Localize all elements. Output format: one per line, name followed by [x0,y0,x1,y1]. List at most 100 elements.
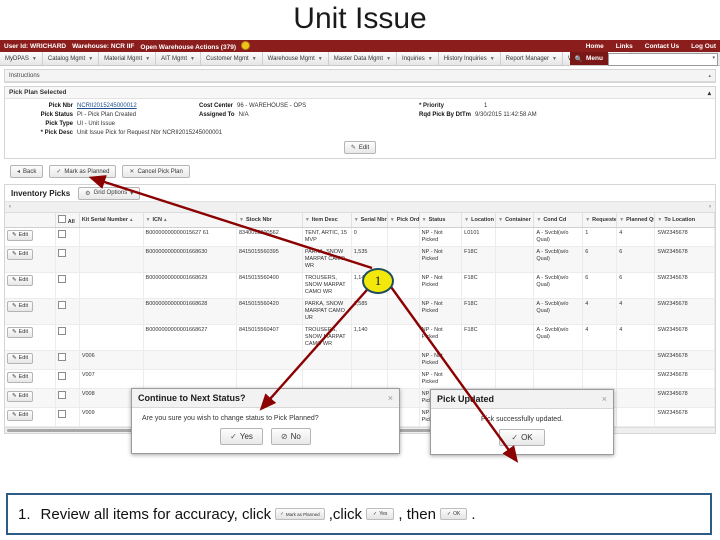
cancel-pick-plan-button[interactable]: ✕ Cancel Pick Plan [122,165,190,178]
nav-item-inquiries[interactable]: Inquiries ▼ [397,52,439,65]
select-all-checkbox[interactable] [58,215,67,223]
log-out-link[interactable]: Log Out [691,43,716,50]
dialog-header: Continue to Next Status? × [132,389,399,408]
instructions-panel: Instructions ▴ [4,69,716,83]
row-edit-button[interactable]: ✎ Edit [7,410,34,421]
close-icon[interactable]: × [388,393,393,403]
nav-item-customer-mgmt[interactable]: Customer Mgmt ▼ [201,52,263,65]
grid-options-button[interactable]: ⚙ Grid Options ▾ [78,186,141,200]
close-icon[interactable]: × [602,394,607,404]
nav-item-mydpas[interactable]: MyDPAS ▼ [0,52,43,65]
back-button[interactable]: ◂ Back [10,165,44,178]
pencil-icon: ✎ [12,232,17,238]
pager-prev-button[interactable]: ‹ [9,204,11,210]
row-edit-button[interactable]: ✎ Edit [7,327,34,338]
mark-as-planned-button[interactable]: ✓ Mark as Planned [49,165,117,178]
pager-next-button[interactable]: › [709,204,711,210]
cell-planned-qty [616,369,656,389]
table-row[interactable]: ✎ Edit B0000000000001668627 8415015560407 TR… [5,324,715,351]
nav-item-warehouse-mgmt[interactable]: Warehouse Mgmt ▼ [262,52,329,65]
edit-button[interactable]: ✎ Edit [343,141,377,154]
cell-location [461,350,497,370]
row-checkbox[interactable] [58,391,67,399]
table-row[interactable]: ✎ Edit B00000000000015627 61 8340013200562 T… [5,227,715,247]
cell-planned-qty: 6 [616,272,656,299]
caption-mark-as-planned-button[interactable]: ✓ Mark as Planned [275,508,325,520]
pick-plan-header[interactable]: Pick Plan Selected ▴ [5,87,715,99]
table-row[interactable]: ✎ Edit V006 NP - Not Picked SW2345678 [5,350,715,370]
row-edit-button[interactable]: ✎ Edit [7,372,34,383]
cell-kit-serial-number [79,246,144,273]
cell-container [495,246,535,273]
nav-item-ait-mgmt[interactable]: AIT Mgmt ▼ [156,52,201,65]
cell-planned-qty: 4 [616,227,656,247]
caption-yes-button[interactable]: ✓ Yes [366,508,395,520]
row-checkbox[interactable] [58,372,67,380]
menu-button[interactable]: 🔍 Menu [569,52,608,65]
open-warehouse-actions-link[interactable]: Open Warehouse Actions (379) [140,41,250,51]
menu-search-input[interactable]: ▾ [608,53,718,66]
row-edit-button[interactable]: ✎ Edit [7,301,34,312]
pick-plan-row-1: Pick Nbr NCRII2015245000012 Cost Center … [9,102,711,111]
table-row[interactable]: ✎ Edit B0000000000001668629 8415015560400 TR… [5,272,715,299]
row-checkbox[interactable] [58,410,67,418]
th-select-all[interactable]: All [55,213,80,228]
row-checkbox[interactable] [58,353,67,361]
th-status[interactable]: ▼ Status [419,213,463,228]
th-icn[interactable]: ▼ ICN ▴ [143,213,238,228]
row-edit-button[interactable]: ✎ Edit [7,391,34,402]
cell-pick-order [387,227,420,247]
th-stock-nbr[interactable]: ▼ Stock Nbr [236,213,303,228]
row-edit-button[interactable]: ✎ Edit [7,275,34,286]
row-edit-button[interactable]: ✎ Edit [7,249,34,260]
th-location[interactable]: ▼ Location [461,213,497,228]
cell-stock-nbr: 8415015560407 [236,324,303,351]
pick-plan-row-4: * Pick Desc Unit Issue Pick for Request … [9,129,711,138]
table-row[interactable]: ✎ Edit B0000000000001668630 8415015560395 PA… [5,246,715,273]
no-button-label: No [290,432,301,441]
home-link[interactable]: Home [586,43,604,50]
th-kit-serial-number[interactable]: Kit Serial Number ▴ [79,213,144,228]
th-container[interactable]: ▼ Container [495,213,535,228]
th-cond-cd[interactable]: ▼ Cond Cd [533,213,584,228]
th-planned-qty[interactable]: ▼Planned Qty [616,213,656,228]
th-serial-nbr[interactable]: ▼ Serial Nbr [351,213,388,228]
row-checkbox[interactable] [58,275,67,283]
links-link[interactable]: Links [616,43,633,50]
contact-us-link[interactable]: Contact Us [645,43,679,50]
pencil-icon: ✎ [12,355,17,361]
row-edit-button[interactable]: ✎ Edit [7,353,34,364]
caption-ok-button[interactable]: ✓ OK [439,508,468,520]
row-checkbox[interactable] [58,230,67,238]
instructions-panel-header[interactable]: Instructions ▴ [5,70,715,82]
filter-icon: ▼ [145,217,151,223]
row-edit-label: Edit [18,393,29,399]
nav-item-material-mgmt[interactable]: Material Mgmt ▼ [99,52,157,65]
nav-item-history-inquiries[interactable]: History Inquiries ▼ [438,52,501,65]
table-row[interactable]: ✎ Edit V007 NP - Not Picked SW2345678 [5,369,715,389]
row-checkbox[interactable] [58,327,67,335]
th-pick-order[interactable]: ▼Pick Order▴ [387,213,420,228]
nav-item-master-data-mgmt[interactable]: Master Data Mgmt ▼ [328,52,398,65]
row-edit-button[interactable]: ✎ Edit [7,230,34,241]
row-checkbox[interactable] [58,249,67,257]
nav-item-report-manager[interactable]: Report Manager ▼ [500,52,563,65]
filter-icon: ▼ [498,217,504,223]
search-icon: 🔍 [574,55,584,63]
no-button[interactable]: ⊘ No [270,428,311,445]
ok-button[interactable]: ✓ OK [499,429,545,446]
nav-label: Customer Mgmt [206,55,249,62]
nav-item-catalog-mgmt[interactable]: Catalog Mgmt ▼ [42,52,100,65]
th-to-location[interactable]: ▼ To Location [654,213,715,228]
cell-stock-nbr [236,350,303,370]
row-checkbox[interactable] [58,301,67,309]
th-item-desc[interactable]: ▼ Item Desc [302,213,352,228]
th-requested-qty[interactable]: ▼Requested Qty [582,213,618,228]
row-edit-cell: ✎ Edit [5,407,57,427]
pick-nbr-value[interactable]: NCRII2015245000012 [77,102,137,111]
row-edit-cell: ✎ Edit [5,246,57,273]
yes-button[interactable]: ✓ Yes [220,428,263,445]
table-row[interactable]: ✎ Edit B0000000000001668628 8415015560420 PA… [5,298,715,325]
cell-kit-serial-number [79,324,144,351]
cell-kit-serial-number: V007 [79,369,144,389]
